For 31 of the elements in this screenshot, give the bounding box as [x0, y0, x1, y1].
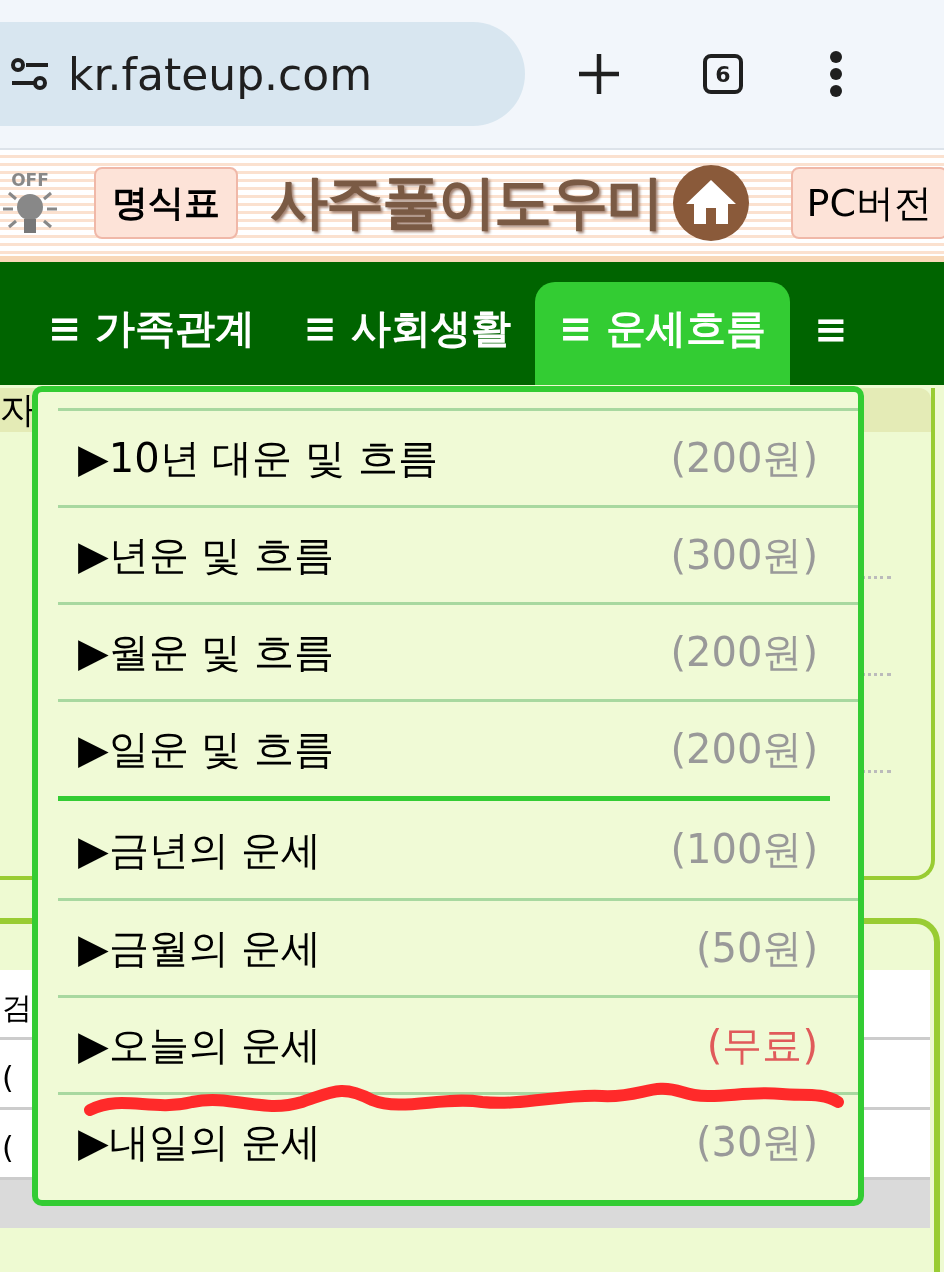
table-cell: (: [2, 1130, 14, 1165]
menu-item[interactable]: ▶내일의 운세: [78, 1120, 322, 1164]
price-label: (100원): [670, 825, 818, 874]
table-cell: (: [2, 1060, 14, 1095]
menu-item[interactable]: ▶월운 및 흐름: [78, 630, 335, 674]
nav-tab[interactable]: ≡ 사회생활: [279, 282, 535, 385]
price-label: (300원): [670, 530, 818, 580]
menu-item[interactable]: ▶10년 대운 및 흐름: [78, 436, 438, 480]
price-label: (무료): [706, 1020, 818, 1070]
menu-item[interactable]: ▶오늘의 운세: [78, 1023, 322, 1067]
price-label: (200원): [670, 724, 818, 774]
nav-tab[interactable]: ≡ 가족관계: [48, 282, 280, 385]
table-cell: 검: [2, 990, 32, 1025]
menu-icon[interactable]: [829, 51, 843, 97]
menu-item[interactable]: ▶금월의 운세: [78, 926, 322, 970]
chart-button[interactable]: 명식표: [94, 167, 238, 239]
site-logo[interactable]: 사주풀이도우미: [270, 164, 662, 242]
price-label: (50원): [695, 923, 818, 973]
price-label: (200원): [670, 627, 818, 677]
tab-count-button[interactable]: 6: [703, 54, 743, 94]
home-icon[interactable]: [672, 164, 750, 242]
nav-tab[interactable]: ≡: [790, 282, 872, 385]
price-label: (30원): [695, 1117, 818, 1167]
site-info-icon[interactable]: [10, 57, 50, 91]
pc-version-button[interactable]: PC버전: [790, 167, 944, 239]
menu-item[interactable]: ▶금년의 운세: [78, 827, 322, 872]
light-label: OFF: [11, 171, 49, 189]
menu-item[interactable]: ▶일운 및 흐름: [78, 727, 335, 771]
price-label: (200원): [670, 433, 818, 483]
new-tab-icon[interactable]: [577, 52, 621, 96]
menu-item[interactable]: ▶년운 및 흐름: [78, 533, 335, 577]
